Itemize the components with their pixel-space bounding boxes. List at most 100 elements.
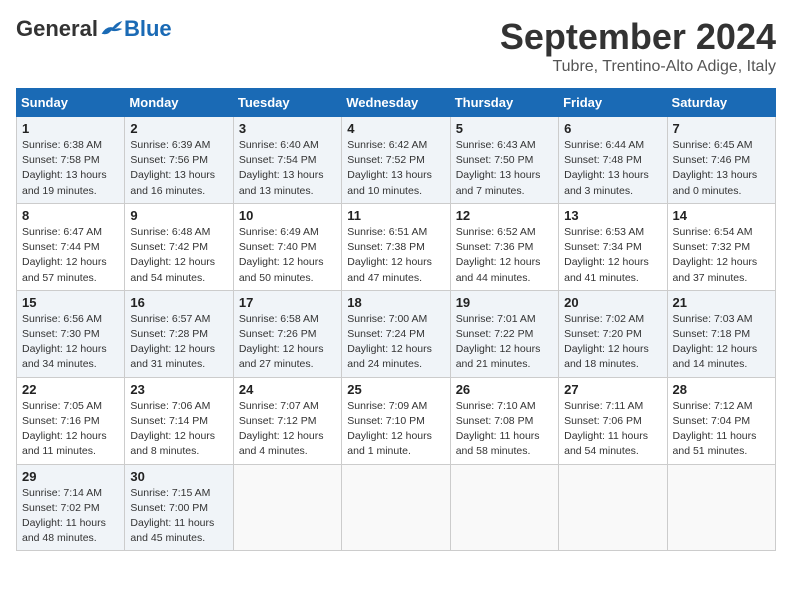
calendar-cell: 10 Sunrise: 6:49 AM Sunset: 7:40 PM Dayl… bbox=[233, 203, 341, 290]
day-info: Sunrise: 6:49 AM Sunset: 7:40 PM Dayligh… bbox=[239, 225, 336, 286]
day-number: 10 bbox=[239, 208, 336, 223]
calendar-cell bbox=[667, 464, 775, 551]
weekday-header-friday: Friday bbox=[559, 89, 667, 117]
day-info: Sunrise: 7:07 AM Sunset: 7:12 PM Dayligh… bbox=[239, 399, 336, 460]
day-info: Sunrise: 7:09 AM Sunset: 7:10 PM Dayligh… bbox=[347, 399, 444, 460]
day-info: Sunrise: 7:05 AM Sunset: 7:16 PM Dayligh… bbox=[22, 399, 119, 460]
weekday-header-monday: Monday bbox=[125, 89, 233, 117]
day-info: Sunrise: 7:14 AM Sunset: 7:02 PM Dayligh… bbox=[22, 486, 119, 547]
day-number: 25 bbox=[347, 382, 444, 397]
day-number: 1 bbox=[22, 121, 119, 136]
day-number: 23 bbox=[130, 382, 227, 397]
title-area: September 2024 Tubre, Trentino-Alto Adig… bbox=[500, 16, 776, 76]
weekday-header-thursday: Thursday bbox=[450, 89, 558, 117]
day-number: 22 bbox=[22, 382, 119, 397]
day-info: Sunrise: 7:15 AM Sunset: 7:00 PM Dayligh… bbox=[130, 486, 227, 547]
day-info: Sunrise: 6:42 AM Sunset: 7:52 PM Dayligh… bbox=[347, 138, 444, 199]
day-info: Sunrise: 7:00 AM Sunset: 7:24 PM Dayligh… bbox=[347, 312, 444, 373]
calendar-cell: 6 Sunrise: 6:44 AM Sunset: 7:48 PM Dayli… bbox=[559, 117, 667, 204]
day-info: Sunrise: 7:06 AM Sunset: 7:14 PM Dayligh… bbox=[130, 399, 227, 460]
day-number: 16 bbox=[130, 295, 227, 310]
calendar-cell: 8 Sunrise: 6:47 AM Sunset: 7:44 PM Dayli… bbox=[17, 203, 125, 290]
day-number: 5 bbox=[456, 121, 553, 136]
calendar-cell: 5 Sunrise: 6:43 AM Sunset: 7:50 PM Dayli… bbox=[450, 117, 558, 204]
month-title: September 2024 bbox=[500, 16, 776, 58]
day-number: 21 bbox=[673, 295, 770, 310]
calendar-cell: 1 Sunrise: 6:38 AM Sunset: 7:58 PM Dayli… bbox=[17, 117, 125, 204]
calendar-cell: 11 Sunrise: 6:51 AM Sunset: 7:38 PM Dayl… bbox=[342, 203, 450, 290]
calendar-cell: 21 Sunrise: 7:03 AM Sunset: 7:18 PM Dayl… bbox=[667, 290, 775, 377]
logo-blue-text: Blue bbox=[124, 16, 172, 42]
day-number: 6 bbox=[564, 121, 661, 136]
calendar-cell: 15 Sunrise: 6:56 AM Sunset: 7:30 PM Dayl… bbox=[17, 290, 125, 377]
calendar-cell: 9 Sunrise: 6:48 AM Sunset: 7:42 PM Dayli… bbox=[125, 203, 233, 290]
day-info: Sunrise: 6:58 AM Sunset: 7:26 PM Dayligh… bbox=[239, 312, 336, 373]
calendar-week-row: 8 Sunrise: 6:47 AM Sunset: 7:44 PM Dayli… bbox=[17, 203, 776, 290]
calendar-cell: 25 Sunrise: 7:09 AM Sunset: 7:10 PM Dayl… bbox=[342, 377, 450, 464]
day-number: 8 bbox=[22, 208, 119, 223]
day-info: Sunrise: 6:57 AM Sunset: 7:28 PM Dayligh… bbox=[130, 312, 227, 373]
calendar-cell: 20 Sunrise: 7:02 AM Sunset: 7:20 PM Dayl… bbox=[559, 290, 667, 377]
day-number: 12 bbox=[456, 208, 553, 223]
weekday-header-wednesday: Wednesday bbox=[342, 89, 450, 117]
day-info: Sunrise: 6:48 AM Sunset: 7:42 PM Dayligh… bbox=[130, 225, 227, 286]
day-number: 9 bbox=[130, 208, 227, 223]
day-info: Sunrise: 7:01 AM Sunset: 7:22 PM Dayligh… bbox=[456, 312, 553, 373]
day-number: 26 bbox=[456, 382, 553, 397]
day-number: 20 bbox=[564, 295, 661, 310]
day-info: Sunrise: 7:10 AM Sunset: 7:08 PM Dayligh… bbox=[456, 399, 553, 460]
calendar-cell bbox=[233, 464, 341, 551]
day-number: 7 bbox=[673, 121, 770, 136]
header: General Blue September 2024 Tubre, Trent… bbox=[16, 16, 776, 76]
weekday-header-sunday: Sunday bbox=[17, 89, 125, 117]
day-number: 14 bbox=[673, 208, 770, 223]
calendar-cell: 28 Sunrise: 7:12 AM Sunset: 7:04 PM Dayl… bbox=[667, 377, 775, 464]
day-number: 24 bbox=[239, 382, 336, 397]
day-number: 3 bbox=[239, 121, 336, 136]
day-info: Sunrise: 7:11 AM Sunset: 7:06 PM Dayligh… bbox=[564, 399, 661, 460]
day-number: 2 bbox=[130, 121, 227, 136]
calendar-cell: 26 Sunrise: 7:10 AM Sunset: 7:08 PM Dayl… bbox=[450, 377, 558, 464]
calendar-cell: 16 Sunrise: 6:57 AM Sunset: 7:28 PM Dayl… bbox=[125, 290, 233, 377]
day-number: 11 bbox=[347, 208, 444, 223]
calendar-cell bbox=[559, 464, 667, 551]
day-info: Sunrise: 6:38 AM Sunset: 7:58 PM Dayligh… bbox=[22, 138, 119, 199]
day-number: 29 bbox=[22, 469, 119, 484]
day-info: Sunrise: 6:53 AM Sunset: 7:34 PM Dayligh… bbox=[564, 225, 661, 286]
calendar-cell bbox=[342, 464, 450, 551]
calendar-header-row: SundayMondayTuesdayWednesdayThursdayFrid… bbox=[17, 89, 776, 117]
logo-general-text: General bbox=[16, 16, 98, 42]
day-number: 30 bbox=[130, 469, 227, 484]
calendar-cell: 4 Sunrise: 6:42 AM Sunset: 7:52 PM Dayli… bbox=[342, 117, 450, 204]
weekday-header-tuesday: Tuesday bbox=[233, 89, 341, 117]
calendar-cell: 29 Sunrise: 7:14 AM Sunset: 7:02 PM Dayl… bbox=[17, 464, 125, 551]
day-number: 27 bbox=[564, 382, 661, 397]
day-info: Sunrise: 6:52 AM Sunset: 7:36 PM Dayligh… bbox=[456, 225, 553, 286]
calendar-cell: 23 Sunrise: 7:06 AM Sunset: 7:14 PM Dayl… bbox=[125, 377, 233, 464]
calendar-table: SundayMondayTuesdayWednesdayThursdayFrid… bbox=[16, 88, 776, 551]
day-info: Sunrise: 6:54 AM Sunset: 7:32 PM Dayligh… bbox=[673, 225, 770, 286]
calendar-cell: 3 Sunrise: 6:40 AM Sunset: 7:54 PM Dayli… bbox=[233, 117, 341, 204]
location-title: Tubre, Trentino-Alto Adige, Italy bbox=[500, 58, 776, 76]
calendar-cell: 30 Sunrise: 7:15 AM Sunset: 7:00 PM Dayl… bbox=[125, 464, 233, 551]
day-info: Sunrise: 6:51 AM Sunset: 7:38 PM Dayligh… bbox=[347, 225, 444, 286]
calendar-cell: 27 Sunrise: 7:11 AM Sunset: 7:06 PM Dayl… bbox=[559, 377, 667, 464]
day-number: 17 bbox=[239, 295, 336, 310]
calendar-cell bbox=[450, 464, 558, 551]
calendar-week-row: 22 Sunrise: 7:05 AM Sunset: 7:16 PM Dayl… bbox=[17, 377, 776, 464]
day-info: Sunrise: 6:39 AM Sunset: 7:56 PM Dayligh… bbox=[130, 138, 227, 199]
calendar-cell: 24 Sunrise: 7:07 AM Sunset: 7:12 PM Dayl… bbox=[233, 377, 341, 464]
calendar-cell: 7 Sunrise: 6:45 AM Sunset: 7:46 PM Dayli… bbox=[667, 117, 775, 204]
logo: General Blue bbox=[16, 16, 172, 42]
calendar-cell: 19 Sunrise: 7:01 AM Sunset: 7:22 PM Dayl… bbox=[450, 290, 558, 377]
day-number: 15 bbox=[22, 295, 119, 310]
day-number: 28 bbox=[673, 382, 770, 397]
calendar-cell: 13 Sunrise: 6:53 AM Sunset: 7:34 PM Dayl… bbox=[559, 203, 667, 290]
day-number: 4 bbox=[347, 121, 444, 136]
logo-bird-icon bbox=[100, 19, 124, 39]
day-info: Sunrise: 7:12 AM Sunset: 7:04 PM Dayligh… bbox=[673, 399, 770, 460]
calendar-cell: 17 Sunrise: 6:58 AM Sunset: 7:26 PM Dayl… bbox=[233, 290, 341, 377]
day-info: Sunrise: 6:43 AM Sunset: 7:50 PM Dayligh… bbox=[456, 138, 553, 199]
day-number: 19 bbox=[456, 295, 553, 310]
day-info: Sunrise: 6:40 AM Sunset: 7:54 PM Dayligh… bbox=[239, 138, 336, 199]
